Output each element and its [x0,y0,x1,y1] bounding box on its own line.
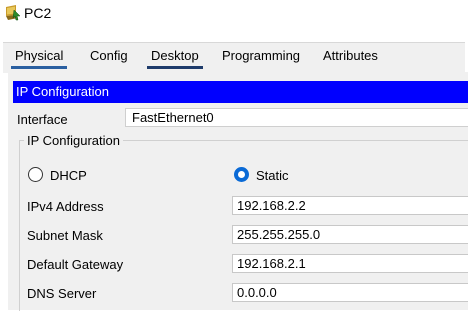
subnet-mask-label: Subnet Mask [27,228,103,243]
tab-attributes[interactable]: Attributes [323,48,378,63]
window-title: PC2 [24,5,52,21]
subnet-mask-input[interactable]: 255.255.255.0 [232,225,468,244]
tab-strip: Physical Config Desktop Programming Attr… [0,32,468,73]
static-radio[interactable] [234,167,249,182]
dhcp-label: DHCP [50,168,87,183]
dhcp-radio[interactable] [28,167,43,182]
tab-physical[interactable]: Physical [10,48,68,69]
ipv4-address-input[interactable]: 192.168.2.2 [232,196,468,215]
desktop-panel: IP Configuration Interface FastEthernet0… [8,72,468,311]
dns-server-label: DNS Server [27,286,97,301]
interface-select[interactable]: FastEthernet0 [125,108,468,127]
tab-desktop[interactable]: Desktop [147,48,203,69]
ip-config-header: IP Configuration [13,81,468,103]
ip-config-group-title: IP Configuration [24,133,123,148]
ipv4-label: IPv4 Address [27,199,104,214]
static-label: Static [256,168,289,183]
default-gateway-label: Default Gateway [27,257,124,272]
interface-label: Interface [17,112,68,127]
dns-server-input[interactable]: 0.0.0.0 [232,283,468,302]
default-gateway-input[interactable]: 192.168.2.1 [232,254,468,273]
tab-programming[interactable]: Programming [222,48,300,63]
pc-device-icon [6,5,21,21]
window-titlebar: PC2 [0,0,468,32]
tab-config[interactable]: Config [90,48,128,63]
